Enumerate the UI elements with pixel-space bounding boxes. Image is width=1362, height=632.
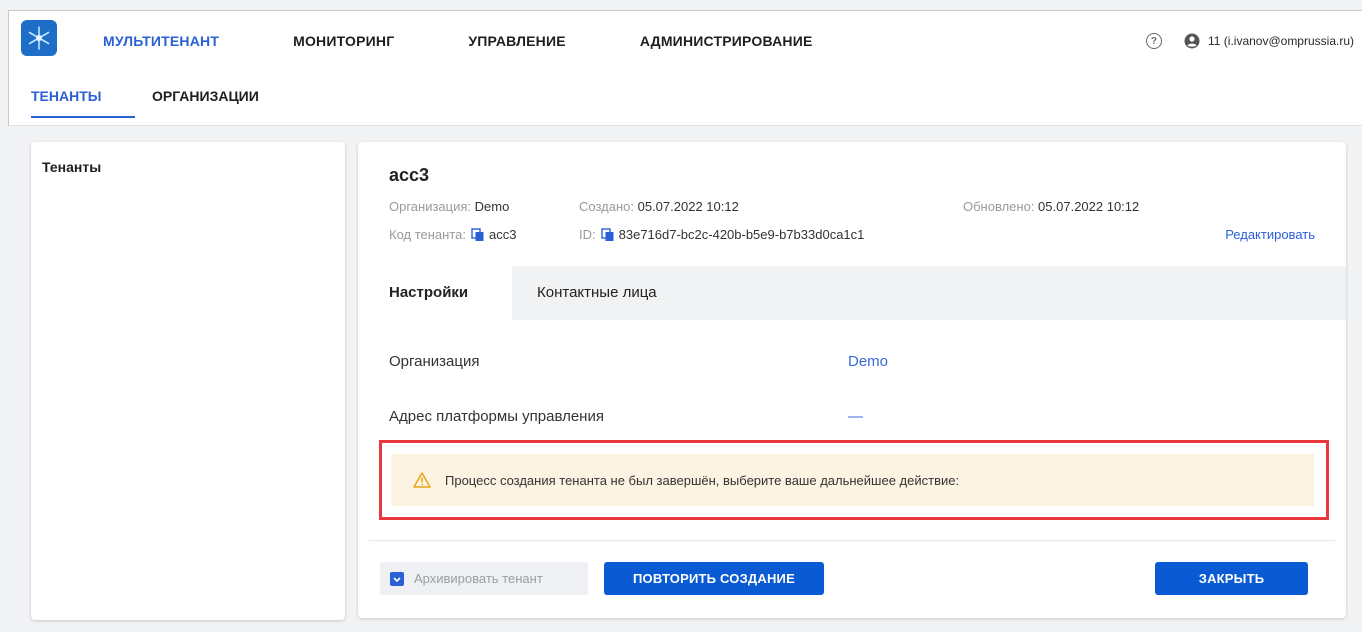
created-label: Создано: xyxy=(579,199,634,214)
tenant-details-panel: acc3 Организация: Demo Создано: 05.07.20… xyxy=(358,142,1346,618)
org-meta-value: Demo xyxy=(474,199,510,214)
setting-value-platform-address: — xyxy=(848,408,863,425)
question-circle-icon[interactable]: ? xyxy=(1145,33,1162,49)
org-meta: Организация: Demo xyxy=(389,199,509,214)
highlight-frame xyxy=(379,440,1329,520)
nav-item-monitoring[interactable]: МОНИТОРИНГ xyxy=(293,11,394,71)
active-tab-indicator xyxy=(31,116,135,118)
setting-value-organization-link[interactable]: Demo xyxy=(848,353,888,370)
archive-tenant-button[interactable]: Архивировать тенант xyxy=(380,562,588,595)
tenant-code-value: acc3 xyxy=(489,227,517,242)
tenant-name-title: acc3 xyxy=(389,165,430,185)
tab-contacts[interactable]: Контактные лица xyxy=(537,266,657,320)
panel-title: Тенанты xyxy=(42,159,102,175)
tenant-id-meta: ID: 83e716d7-bc2c-420b-b5e9-b7b33d0ca1c1 xyxy=(579,227,864,242)
nav-item-management[interactable]: УПРАВЛЕНИЕ xyxy=(468,11,565,71)
tenant-code-meta: Код тенанта: acc3 xyxy=(389,227,516,242)
archive-icon xyxy=(390,571,404,586)
main-nav: МУЛЬТИТЕНАНТ МОНИТОРИНГ УПРАВЛЕНИЕ АДМИН… xyxy=(103,11,887,71)
updated-meta: Обновлено: 05.07.2022 10:12 xyxy=(963,199,1139,214)
app-logo-icon[interactable] xyxy=(21,20,57,56)
setting-label-organization: Организация xyxy=(389,353,480,370)
updated-label: Обновлено: xyxy=(963,199,1035,214)
tab-organizations[interactable]: ОРГАНИЗАЦИИ xyxy=(152,88,259,104)
tenant-id-label: ID: xyxy=(579,227,596,242)
sub-navigation: ТЕНАНТЫ ОРГАНИЗАЦИИ xyxy=(8,72,1362,126)
archive-tenant-label: Архивировать тенант xyxy=(414,571,543,586)
org-meta-label: Организация: xyxy=(389,199,472,214)
copy-icon[interactable] xyxy=(471,227,485,242)
retry-creation-button[interactable]: ПОВТОРИТЬ СОЗДАНИЕ xyxy=(604,562,824,595)
edit-link[interactable]: Редактировать xyxy=(1225,227,1315,242)
user-area: ? 11 (i.ivanov@omprussia.ru) xyxy=(1145,11,1354,71)
account-circle-icon[interactable] xyxy=(1184,33,1200,49)
tenant-id-value: 83e716d7-bc2c-420b-b5e9-b7b33d0ca1c1 xyxy=(618,227,865,242)
updated-value: 05.07.2022 10:12 xyxy=(1038,199,1140,214)
tab-tenants[interactable]: ТЕНАНТЫ xyxy=(31,88,101,104)
created-value: 05.07.2022 10:12 xyxy=(637,199,739,214)
close-button[interactable]: ЗАКРЫТЬ xyxy=(1155,562,1308,595)
tenants-list-panel: Тенанты xyxy=(31,142,345,620)
user-account-label[interactable]: 11 (i.ivanov@omprussia.ru) xyxy=(1208,34,1354,48)
nav-item-administration[interactable]: АДМИНИСТРИРОВАНИЕ xyxy=(640,11,813,71)
top-navigation-bar: МУЛЬТИТЕНАНТ МОНИТОРИНГ УПРАВЛЕНИЕ АДМИН… xyxy=(8,10,1362,72)
divider xyxy=(369,540,1335,541)
setting-label-platform-address: Адрес платформы управления xyxy=(389,408,604,425)
tab-settings[interactable]: Настройки xyxy=(369,266,512,320)
copy-icon[interactable] xyxy=(600,227,615,242)
tenant-code-label: Код тенанта: xyxy=(389,227,466,242)
nav-item-multitenant[interactable]: МУЛЬТИТЕНАНТ xyxy=(103,11,219,71)
details-tabs: Настройки Контактные лица xyxy=(369,266,1346,320)
created-meta: Создано: 05.07.2022 10:12 xyxy=(579,199,739,214)
